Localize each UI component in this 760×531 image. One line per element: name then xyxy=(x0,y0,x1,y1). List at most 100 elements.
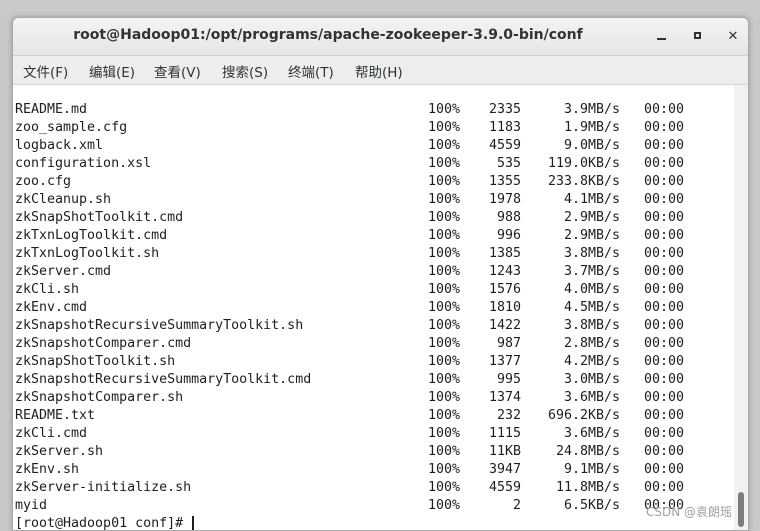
transfer-time: 00:00 xyxy=(644,246,685,261)
file-name: zkSnapshotComparer.sh xyxy=(15,390,184,405)
file-size: 4559 xyxy=(488,480,521,495)
transfer-time: 00:00 xyxy=(644,480,685,495)
maximize-icon xyxy=(693,32,701,39)
file-size: 1422 xyxy=(488,318,521,333)
menu-help[interactable]: 帮助(H) xyxy=(355,61,403,81)
title-bar[interactable]: root@Hadoop01:/opt/programs/apache-zooke… xyxy=(13,18,748,56)
file-size: 987 xyxy=(496,336,521,351)
menu-file[interactable]: 文件(F) xyxy=(23,61,68,81)
transfer-percent: 100% xyxy=(428,480,461,495)
file-name: zoo.cfg xyxy=(15,174,72,189)
menu-edit[interactable]: 编辑(E) xyxy=(89,61,135,81)
transfer-rate: 11.8MB/s xyxy=(555,480,620,495)
transfer-time: 00:00 xyxy=(644,354,685,369)
file-name: zkSnapShotToolkit.sh xyxy=(15,354,176,369)
file-name: zkTxnLogToolkit.cmd xyxy=(15,228,168,243)
close-icon: ✕ xyxy=(727,29,739,44)
watermark: CSDN @袁朗瑶 xyxy=(646,505,733,519)
transfer-time: 00:00 xyxy=(644,372,685,387)
file-size: 1576 xyxy=(488,282,521,297)
transfer-percent: 100% xyxy=(428,444,461,459)
transfer-rate: 233.8KB/s xyxy=(547,174,620,189)
file-size: 1810 xyxy=(488,300,521,315)
maximize-button[interactable] xyxy=(687,27,707,47)
transfer-time: 00:00 xyxy=(644,138,685,153)
terminal-window: root@Hadoop01:/opt/programs/apache-zooke… xyxy=(12,17,749,531)
transfer-time: 00:00 xyxy=(644,318,685,333)
file-name: zkSnapshotRecursiveSummaryToolkit.cmd xyxy=(15,372,312,387)
transfer-percent: 100% xyxy=(428,354,461,369)
file-name: zkCleanup.sh xyxy=(15,192,112,207)
transfer-rate: 2.9MB/s xyxy=(563,210,620,225)
file-size: 988 xyxy=(496,210,521,225)
transfer-percent: 100% xyxy=(428,426,461,441)
transfer-time: 00:00 xyxy=(644,444,685,459)
transfer-percent: 100% xyxy=(428,300,461,315)
transfer-time: 00:00 xyxy=(644,336,685,351)
file-name: zkServer.cmd xyxy=(15,264,112,279)
close-button[interactable]: ✕ xyxy=(723,27,743,47)
file-name: configuration.xsl xyxy=(15,156,152,171)
menu-view[interactable]: 查看(V) xyxy=(154,61,201,81)
transfer-rate: 2.8MB/s xyxy=(563,336,620,351)
transfer-time: 00:00 xyxy=(644,228,685,243)
file-size: 1374 xyxy=(488,390,521,405)
transfer-percent: 100% xyxy=(428,228,461,243)
transfer-time: 00:00 xyxy=(644,210,685,225)
transfer-rate: 6.5KB/s xyxy=(563,498,620,513)
terminal-output[interactable]: README.md 100% 2335 3.9MB/s 00:00 zoo_sample.… xyxy=(13,85,734,530)
transfer-time: 00:00 xyxy=(644,462,685,477)
transfer-time: 00:00 xyxy=(644,192,685,207)
transfer-percent: 100% xyxy=(428,372,461,387)
text-cursor xyxy=(192,515,195,530)
transfer-time: 00:00 xyxy=(644,264,685,279)
transfer-percent: 100% xyxy=(428,336,461,351)
shell-prompt: [root@Hadoop01 conf]# xyxy=(15,516,192,530)
file-size: 1385 xyxy=(488,246,521,261)
transfer-percent: 100% xyxy=(428,174,461,189)
menu-search[interactable]: 搜索(S) xyxy=(222,61,268,81)
transfer-rate: 119.0KB/s xyxy=(547,156,620,171)
file-name: zkCli.cmd xyxy=(15,426,88,441)
minimize-button[interactable] xyxy=(651,27,671,47)
transfer-time: 00:00 xyxy=(644,156,685,171)
file-size: 1183 xyxy=(488,120,521,135)
transfer-percent: 100% xyxy=(428,210,461,225)
file-size: 232 xyxy=(496,408,521,423)
transfer-percent: 100% xyxy=(428,498,461,513)
transfer-percent: 100% xyxy=(428,408,461,423)
file-size: 2335 xyxy=(488,102,521,117)
transfer-percent: 100% xyxy=(428,102,461,117)
file-size: 1243 xyxy=(488,264,521,279)
file-name: README.txt xyxy=(15,408,96,423)
file-size: 1978 xyxy=(488,192,521,207)
file-name: zkCli.sh xyxy=(15,282,80,297)
transfer-rate: 1.9MB/s xyxy=(563,120,620,135)
scrollbar[interactable] xyxy=(734,85,748,530)
menu-bar: 文件(F) 编辑(E) 查看(V) 搜索(S) 终端(T) 帮助(H) xyxy=(13,56,748,85)
file-name: zkSnapshotComparer.cmd xyxy=(15,336,192,351)
file-name: README.md xyxy=(15,102,88,117)
prompt-line[interactable]: [root@Hadoop01 conf]# xyxy=(15,515,195,530)
file-name: zkServer-initialize.sh xyxy=(15,480,192,495)
file-size: 1377 xyxy=(488,354,521,369)
transfer-rate: 2.9MB/s xyxy=(563,228,620,243)
transfer-percent: 100% xyxy=(428,282,461,297)
transfer-percent: 100% xyxy=(428,246,461,261)
file-size: 995 xyxy=(496,372,521,387)
menu-terminal[interactable]: 终端(T) xyxy=(288,61,334,81)
transfer-rate: 3.8MB/s xyxy=(563,246,620,261)
transfer-percent: 100% xyxy=(428,156,461,171)
transfer-rate: 4.5MB/s xyxy=(563,300,620,315)
transfer-percent: 100% xyxy=(428,462,461,477)
file-size: 1355 xyxy=(488,174,521,189)
transfer-time: 00:00 xyxy=(644,408,685,423)
transfer-rate: 3.6MB/s xyxy=(563,426,620,441)
file-name: logback.xml xyxy=(15,138,104,153)
file-size: 4559 xyxy=(488,138,521,153)
transfer-percent: 100% xyxy=(428,138,461,153)
transfer-rate: 3.8MB/s xyxy=(563,318,620,333)
transfer-rate: 696.2KB/s xyxy=(547,408,620,423)
scrollbar-thumb[interactable] xyxy=(738,492,744,527)
transfer-rate: 4.2MB/s xyxy=(563,354,620,369)
